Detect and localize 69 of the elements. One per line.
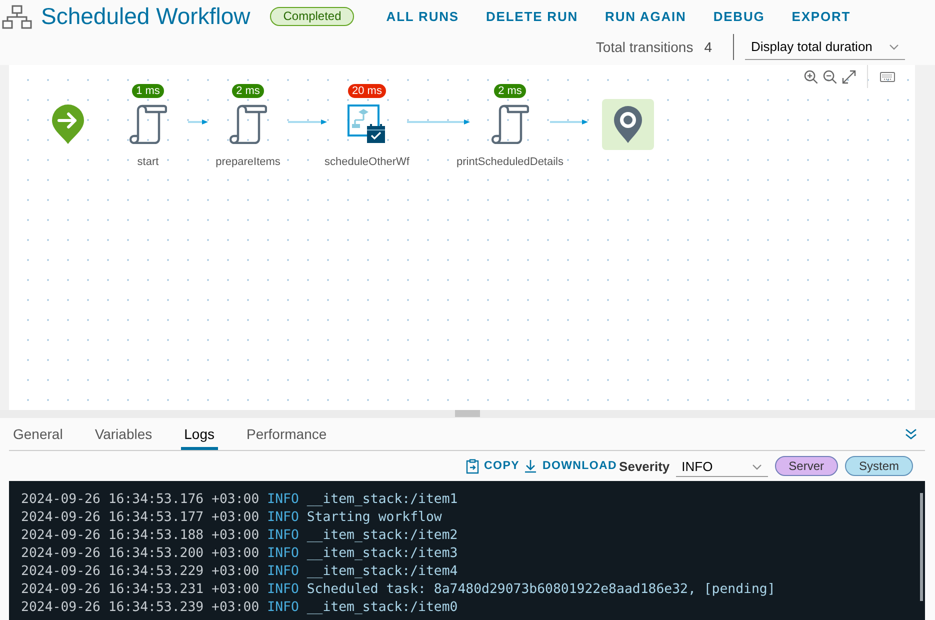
- location-pin-icon[interactable]: [602, 98, 654, 150]
- severity-label: Severity: [619, 458, 670, 474]
- log-timestamp: 2024-09-26 16:34:53.176 +03:00: [21, 492, 260, 507]
- scroll-icon[interactable]: [491, 104, 529, 144]
- tab[interactable]: Performance: [244, 418, 330, 450]
- resize-handle[interactable]: [455, 410, 480, 417]
- log-message: Scheduled task: 8a7480d29073b60801922e8aad186e32, [pending]: [306, 582, 776, 597]
- zoom-in-icon[interactable]: [804, 70, 818, 84]
- log-timestamp: 2024-09-26 16:34:53.231 +03:00: [21, 582, 260, 597]
- log-level: INFO: [267, 528, 299, 543]
- flowchart-icon: [2, 4, 32, 28]
- log-message: Starting workflow: [306, 510, 442, 525]
- filter-pill[interactable]: System: [844, 456, 913, 476]
- keyboard-icon[interactable]: [880, 72, 895, 82]
- chevron-down-icon: [889, 44, 899, 50]
- log-level: INFO: [267, 546, 299, 561]
- zoom-out-icon[interactable]: [823, 70, 837, 84]
- scrollbar-thumb[interactable]: [920, 493, 923, 601]
- duration-badge: 2 ms: [494, 84, 526, 98]
- log-message: __item_stack:/item0: [306, 600, 458, 615]
- severity-select[interactable]: INFO: [676, 455, 768, 477]
- workflow-calendar-icon[interactable]: [347, 104, 387, 144]
- collapse-chevrons-icon[interactable]: [905, 428, 917, 440]
- expand-icon[interactable]: [842, 70, 856, 84]
- log-level: INFO: [267, 600, 299, 615]
- action-link[interactable]: EXPORT: [792, 9, 851, 24]
- log-message: __item_stack:/item4: [306, 564, 458, 579]
- status-badge: Completed: [270, 7, 354, 26]
- transitions-count: 4: [704, 39, 712, 55]
- connector-arrow: [407, 118, 470, 126]
- connector-arrow: [188, 118, 208, 126]
- tab[interactable]: General: [10, 418, 66, 450]
- log-message: __item_stack:/item1: [306, 492, 458, 507]
- duration-badge: 2 ms: [232, 84, 264, 98]
- log-level: INFO: [267, 564, 299, 579]
- action-link[interactable]: ALL RUNS: [386, 9, 459, 24]
- chevron-down-icon: [752, 464, 762, 470]
- page-title: Scheduled Workflow: [41, 3, 250, 30]
- download-button[interactable]: DOWNLOAD: [524, 459, 618, 473]
- log-timestamp: 2024-09-26 16:34:53.239 +03:00: [21, 600, 260, 615]
- node-label: prepareItems: [214, 155, 282, 169]
- connector-arrow: [550, 118, 588, 126]
- scroll-icon[interactable]: [129, 104, 167, 144]
- action-link[interactable]: DEBUG: [713, 9, 765, 24]
- log-level: INFO: [267, 510, 299, 525]
- log-timestamp: 2024-09-26 16:34:53.200 +03:00: [21, 546, 260, 561]
- scroll-icon[interactable]: [229, 104, 267, 144]
- log-timestamp: 2024-09-26 16:34:53.177 +03:00: [21, 510, 260, 525]
- tab[interactable]: Variables: [92, 418, 156, 450]
- log-timestamp: 2024-09-26 16:34:53.229 +03:00: [21, 564, 260, 579]
- duration-badge: 1 ms: [132, 84, 164, 98]
- action-link[interactable]: RUN AGAIN: [605, 9, 686, 24]
- log-message: __item_stack:/item3: [306, 546, 458, 561]
- tab[interactable]: Logs: [181, 418, 218, 450]
- filter-pill[interactable]: Server: [774, 456, 838, 476]
- log-message: __item_stack:/item2: [306, 528, 458, 543]
- action-link[interactable]: DELETE RUN: [486, 9, 578, 24]
- transitions-label: Total transitions: [596, 39, 694, 55]
- copy-button[interactable]: COPY: [466, 458, 520, 474]
- download-icon: [524, 459, 538, 473]
- log-timestamp: 2024-09-26 16:34:53.188 +03:00: [21, 528, 260, 543]
- clipboard-icon: [466, 458, 480, 474]
- arrow-pin-icon[interactable]: [51, 104, 85, 144]
- duration-select[interactable]: Display total duration: [745, 34, 905, 60]
- log-level: INFO: [267, 582, 299, 597]
- connector-arrow: [288, 118, 327, 126]
- log-level: INFO: [267, 492, 299, 507]
- duration-badge: 20 ms: [348, 84, 386, 98]
- node-label: printScheduledDetails: [455, 155, 564, 169]
